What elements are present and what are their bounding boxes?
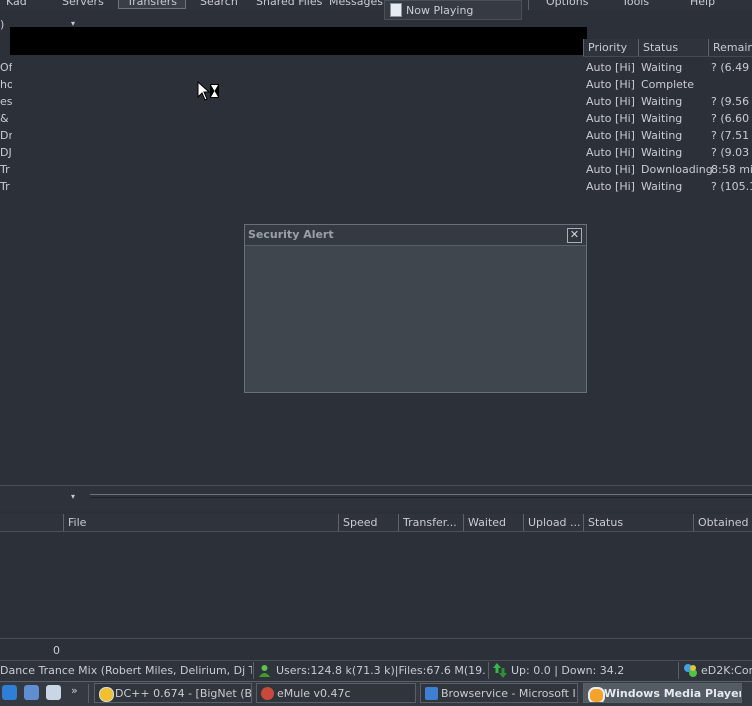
download-name-fragment: ho: [0, 78, 12, 91]
toolbar-divider: [528, 0, 529, 10]
download-name-fragment: Tr: [0, 163, 10, 176]
task-browservice[interactable]: Browservice - Microsoft I...: [420, 683, 578, 703]
column-user[interactable]: [0, 514, 62, 531]
transfer-arrows-icon: [493, 663, 507, 678]
ie-icon[interactable]: [2, 685, 17, 700]
download-priority[interactable]: Auto [Hi]: [586, 178, 635, 195]
outlook-icon[interactable]: [24, 685, 39, 700]
task-windows-media-player[interactable]: Windows Media Player: [583, 683, 742, 703]
download-remaining[interactable]: ? (105.1: [711, 178, 752, 195]
download-name-fragment: &: [0, 112, 9, 125]
status-network: eD2K:Conn: [701, 664, 752, 677]
close-icon[interactable]: ✕: [567, 228, 582, 243]
task-label: Windows Media Player: [604, 687, 742, 700]
status-divider: [253, 662, 254, 679]
column-remaining[interactable]: Remainin: [708, 39, 752, 56]
download-status[interactable]: Waiting: [641, 178, 682, 195]
dcpp-icon: [99, 687, 114, 702]
task-label: DC++ 0.674 - [BigNet (Bi...: [115, 687, 252, 700]
task-label: Browservice - Microsoft I...: [441, 687, 578, 700]
download-remaining[interactable]: ? (9.56 M: [711, 93, 752, 110]
status-divider: [678, 662, 679, 679]
column-transferred[interactable]: Transfer...: [398, 514, 463, 531]
download-status[interactable]: Complete: [641, 76, 694, 93]
chevron-down-icon[interactable]: ▾: [71, 492, 75, 501]
download-priority[interactable]: Auto [Hi]: [586, 93, 635, 110]
upload-pane-toolbar: [0, 487, 752, 511]
splitter-line: [90, 494, 752, 498]
column-obtained-parts[interactable]: Obtained P: [693, 514, 752, 531]
download-remaining[interactable]: ? (6.60 M: [711, 110, 752, 127]
download-priority[interactable]: Auto [Hi]: [586, 127, 635, 144]
download-priority[interactable]: Auto [Hi]: [586, 76, 635, 93]
download-priority[interactable]: Auto [Hi]: [586, 110, 635, 127]
busy-cursor-icon: [197, 81, 219, 101]
task-emule[interactable]: eMule v0.47c: [256, 683, 416, 703]
column-speed[interactable]: Speed: [338, 514, 398, 531]
status-divider: [488, 662, 489, 679]
download-priority[interactable]: Auto [Hi]: [586, 144, 635, 161]
toolbar-options[interactable]: Options: [546, 0, 588, 8]
column-status[interactable]: Status: [583, 514, 693, 531]
column-status[interactable]: Status: [638, 39, 707, 56]
download-remaining[interactable]: ? (7.51 M: [711, 127, 752, 144]
download-remaining[interactable]: ? (6.49 M: [711, 59, 752, 76]
task-dcpp[interactable]: DC++ 0.674 - [BigNet (Bi...: [94, 683, 252, 703]
toolbar-help[interactable]: Help: [690, 0, 715, 8]
toolbar-kad[interactable]: Kad: [6, 0, 27, 8]
status-now-playing: Dance Trance Mix (Robert Miles, Delirium…: [0, 664, 252, 677]
toolbar-servers[interactable]: Servers: [62, 0, 104, 8]
download-name-fragment: es: [0, 95, 12, 108]
header-divider: [583, 56, 752, 57]
status-traffic: Up: 0.0 | Down: 34.2: [511, 664, 625, 677]
download-name-fragment: DJ: [0, 146, 12, 159]
toolbar-tools[interactable]: Tools: [622, 0, 649, 8]
emule-icon: [261, 687, 274, 700]
now-playing-label: Now Playing: [406, 4, 474, 17]
header-divider: [0, 531, 752, 532]
download-remaining[interactable]: 8:58 min: [711, 161, 752, 178]
column-waited[interactable]: Waited: [463, 514, 523, 531]
download-remaining[interactable]: ? (9.03 M: [711, 144, 752, 161]
download-status[interactable]: Waiting: [641, 144, 682, 161]
queue-count: 0: [53, 644, 60, 657]
column-upload[interactable]: Upload ...: [523, 514, 583, 531]
network-icon: [684, 664, 697, 677]
task-label: eMule v0.47c: [277, 687, 351, 700]
download-status[interactable]: Waiting: [641, 110, 682, 127]
left-fragment: ): [0, 18, 5, 31]
show-desktop-icon[interactable]: [46, 685, 61, 700]
column-priority[interactable]: Priority: [583, 39, 639, 56]
download-priority[interactable]: Auto [Hi]: [586, 59, 635, 76]
download-name-fragment: Of: [0, 61, 12, 74]
chevron-more-icon[interactable]: »: [71, 684, 78, 697]
dialog-title-bar[interactable]: Security Alert ✕: [245, 225, 586, 246]
ie-window-icon: [425, 687, 438, 700]
toolbar-transfers[interactable]: Transfers: [118, 0, 186, 9]
download-status[interactable]: Downloading: [641, 161, 713, 178]
download-status[interactable]: Waiting: [641, 59, 682, 76]
security-alert-dialog: Security Alert ✕: [244, 224, 587, 393]
taskbar-divider: [88, 684, 89, 703]
redacted-region: [10, 27, 587, 55]
toolbar-messages[interactable]: Messages: [329, 0, 383, 8]
toolbar-search[interactable]: Search: [200, 0, 238, 8]
column-file[interactable]: File: [63, 514, 338, 531]
document-icon: [390, 3, 402, 17]
download-status[interactable]: Waiting: [641, 93, 682, 110]
queue-info-row: [0, 638, 752, 661]
download-priority[interactable]: Auto [Hi]: [586, 161, 635, 178]
media-player-icon: [588, 687, 605, 702]
download-name-fragment: Dru: [0, 129, 12, 142]
users-icon: [259, 665, 270, 677]
toolbar-shared-files[interactable]: Shared Files: [256, 0, 322, 8]
download-remaining[interactable]: [711, 76, 752, 93]
status-users-files: Users:124.8 k(71.3 k)|Files:67.6 M(19.9 …: [276, 664, 486, 677]
now-playing-button[interactable]: Now Playing: [384, 0, 522, 20]
download-name-fragment: Tr: [0, 180, 10, 193]
dialog-title: Security Alert: [248, 228, 334, 241]
main-toolbar: Kad Servers Transfers Search Shared File…: [0, 0, 752, 10]
download-status[interactable]: Waiting: [641, 127, 682, 144]
pane-divider[interactable]: [0, 485, 752, 486]
